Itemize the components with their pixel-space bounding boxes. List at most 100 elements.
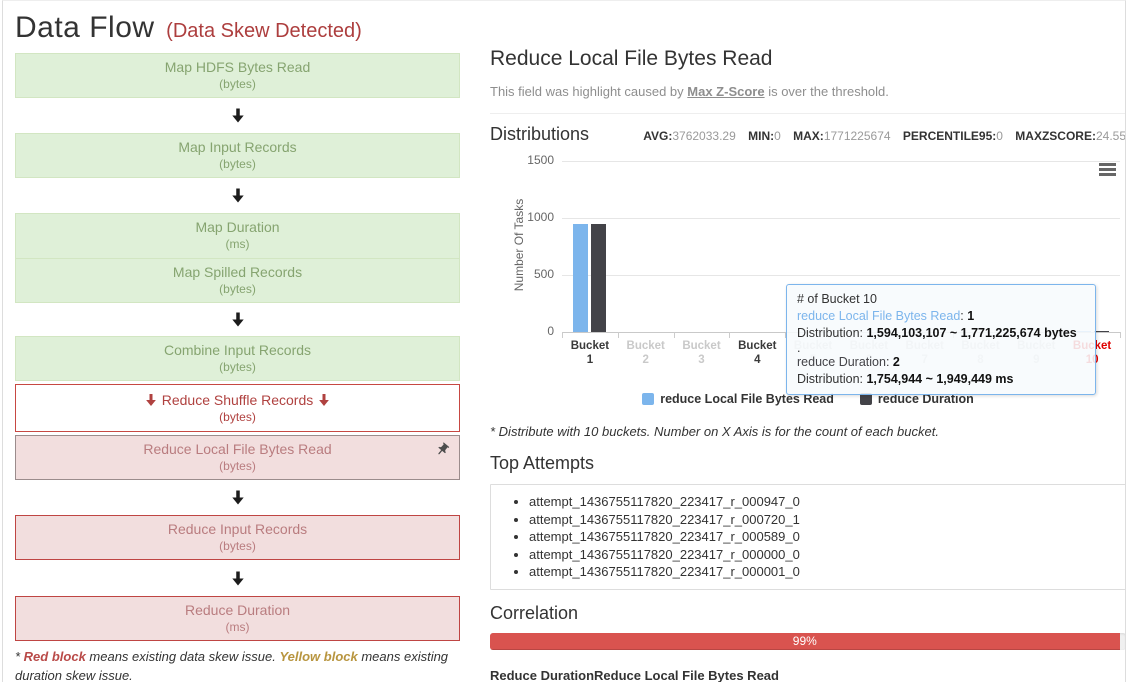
arrow-down-icon <box>145 393 157 407</box>
page-header: Data Flow (Data Skew Detected) <box>15 11 460 53</box>
y-axis-tick-label: 1000 <box>502 210 554 224</box>
x-axis-tick <box>729 332 730 338</box>
stat-label: PERCENTILE95: <box>903 129 996 143</box>
block-unit: (ms) <box>16 620 459 635</box>
attempt-item: attempt_1436755117820_223417_r_000947_0 <box>529 493 1117 511</box>
correlation-heading: Correlation <box>490 602 1126 624</box>
flow-block-map-input-records[interactable]: Map Input Records (bytes) <box>15 133 460 178</box>
flow-legend-note: * Red block means existing data skew iss… <box>15 647 460 682</box>
block-unit: (bytes) <box>16 539 459 554</box>
attempt-item: attempt_1436755117820_223417_r_000001_0 <box>529 563 1117 581</box>
block-label: Map Spilled Records <box>16 263 459 282</box>
flow-block-reduce-input-records[interactable]: Reduce Input Records (bytes) <box>15 515 460 560</box>
gridline <box>562 275 1120 276</box>
block-unit: (bytes) <box>16 157 459 172</box>
x-axis-tick <box>674 332 675 338</box>
block-label: Reduce Shuffle Records <box>16 391 459 410</box>
flow-connector <box>15 480 460 515</box>
block-label: Reduce Input Records <box>16 520 459 539</box>
stat-value: 1771225674 <box>824 129 891 143</box>
max-zscore-link[interactable]: Max Z-Score <box>687 84 764 99</box>
x-axis-label: Bucket1 <box>562 339 618 367</box>
x-axis-label: Bucket4 <box>729 339 785 367</box>
gridline <box>562 218 1120 219</box>
block-label: Map Duration <box>16 218 459 237</box>
flow-block-combine-input-records[interactable]: Combine Input Records (bytes) <box>15 336 460 381</box>
y-axis-tick-label: 0 <box>502 324 554 338</box>
tooltip-header: # of Bucket 10 <box>797 291 1085 308</box>
x-axis-label: Bucket3 <box>674 339 730 367</box>
stat-value: 0 <box>774 129 781 143</box>
chart-bar[interactable] <box>573 224 588 332</box>
top-attempts-list: attempt_1436755117820_223417_r_000947_0 … <box>499 493 1117 581</box>
flow-block-map-spilled-records[interactable]: Map Spilled Records (bytes) <box>15 258 460 303</box>
flow-block-reduce-duration[interactable]: Reduce Duration (ms) <box>15 596 460 641</box>
flow-block-map-duration[interactable]: Map Duration (ms) <box>15 213 460 258</box>
x-axis-tick <box>618 332 619 338</box>
y-axis-title: Number Of Tasks <box>512 180 526 310</box>
chart-bar[interactable] <box>591 224 606 332</box>
tooltip-series-name: reduce Local File Bytes Read <box>797 309 960 323</box>
top-attempts-heading: Top Attempts <box>490 452 1126 474</box>
y-axis-tick-label: 500 <box>502 267 554 281</box>
y-axis-tick-label: 1500 <box>502 153 554 167</box>
arrow-down-icon <box>231 489 245 506</box>
chart-export-menu-button[interactable] <box>1099 163 1116 176</box>
x-axis-tick <box>562 332 563 338</box>
arrow-down-icon <box>231 107 245 124</box>
stat-label: AVG: <box>643 129 672 143</box>
stat-label: MAX: <box>793 129 824 143</box>
data-flow-panel: Data Flow (Data Skew Detected) Map HDFS … <box>15 1 460 682</box>
chart-footnote: * Distribute with 10 buckets. Number on … <box>490 424 1126 439</box>
chart-tooltip: # of Bucket 10 reduce Local File Bytes R… <box>786 284 1096 395</box>
divider <box>490 113 1126 114</box>
correlation-progress-fill: 99% <box>490 633 1120 650</box>
flow-block-map-hdfs-bytes-read[interactable]: Map HDFS Bytes Read (bytes) <box>15 53 460 98</box>
gridline <box>562 161 1120 162</box>
flow-connector <box>15 98 460 133</box>
tooltip-distribution-row: Distribution: 1,754,944 ~ 1,949,449 ms <box>797 371 1085 388</box>
detail-title: Reduce Local File Bytes Read <box>490 47 1126 71</box>
red-block-label: Red block <box>24 649 86 664</box>
arrow-down-icon <box>231 570 245 587</box>
block-label: Combine Input Records <box>16 341 459 360</box>
pin-icon <box>435 442 450 460</box>
distribution-chart: Number Of Tasks # of Bucket 10 reduce Lo… <box>490 152 1126 420</box>
x-axis-tick <box>1120 332 1121 338</box>
attempt-item: attempt_1436755117820_223417_r_000000_0 <box>529 546 1117 564</box>
x-axis-label: Bucket2 <box>618 339 674 367</box>
tooltip-series-row: reduce Duration: 2 <box>797 354 1085 371</box>
stat-label: MAXZSCORE: <box>1015 129 1096 143</box>
flow-block-reduce-shuffle-records[interactable]: Reduce Shuffle Records (bytes) <box>15 384 460 432</box>
tooltip-distribution-row: Distribution: 1,594,103,107 ~ 1,771,225,… <box>797 325 1085 342</box>
block-unit: (bytes) <box>16 282 459 297</box>
block-unit: (ms) <box>16 237 459 252</box>
detail-subtitle: This field was highlight caused by Max Z… <box>490 84 1126 99</box>
block-label: Reduce Local File Bytes Read <box>16 440 459 459</box>
distribution-stats: AVG:3762033.29 MIN:0 MAX:1771225674 PERC… <box>634 129 1126 143</box>
page: Data Flow (Data Skew Detected) Map HDFS … <box>2 0 1126 682</box>
flow-connector <box>15 178 460 213</box>
flow-connector <box>15 303 460 336</box>
correlation-series-label: Reduce DurationReduce Local File Bytes R… <box>490 668 1126 683</box>
top-attempts-box: attempt_1436755117820_223417_r_000947_0 … <box>490 484 1126 590</box>
tooltip-separator: . <box>797 342 1085 354</box>
attempt-item: attempt_1436755117820_223417_r_000720_1 <box>529 511 1117 529</box>
flow-connector <box>15 560 460 596</box>
tooltip-series-row: reduce Local File Bytes Read: 1 <box>797 308 1085 325</box>
stat-label: MIN: <box>748 129 774 143</box>
block-unit: (bytes) <box>16 360 459 375</box>
flow-block-reduce-local-file-bytes-read[interactable]: Reduce Local File Bytes Read (bytes) <box>15 435 460 480</box>
stat-value: 3762033.29 <box>672 129 735 143</box>
detail-panel: Reduce Local File Bytes Read This field … <box>490 1 1126 682</box>
skew-status-label: (Data Skew Detected) <box>166 20 362 42</box>
hamburger-icon <box>1099 163 1116 166</box>
correlation-progress-track: 99% <box>490 633 1126 650</box>
arrow-down-icon <box>318 393 330 407</box>
attempt-item: attempt_1436755117820_223417_r_000589_0 <box>529 528 1117 546</box>
block-label: Map Input Records <box>16 138 459 157</box>
tooltip-series-value: 1 <box>967 309 974 323</box>
arrow-down-icon <box>231 187 245 204</box>
block-unit: (bytes) <box>16 459 459 474</box>
page-title: Data Flow <box>15 11 155 44</box>
